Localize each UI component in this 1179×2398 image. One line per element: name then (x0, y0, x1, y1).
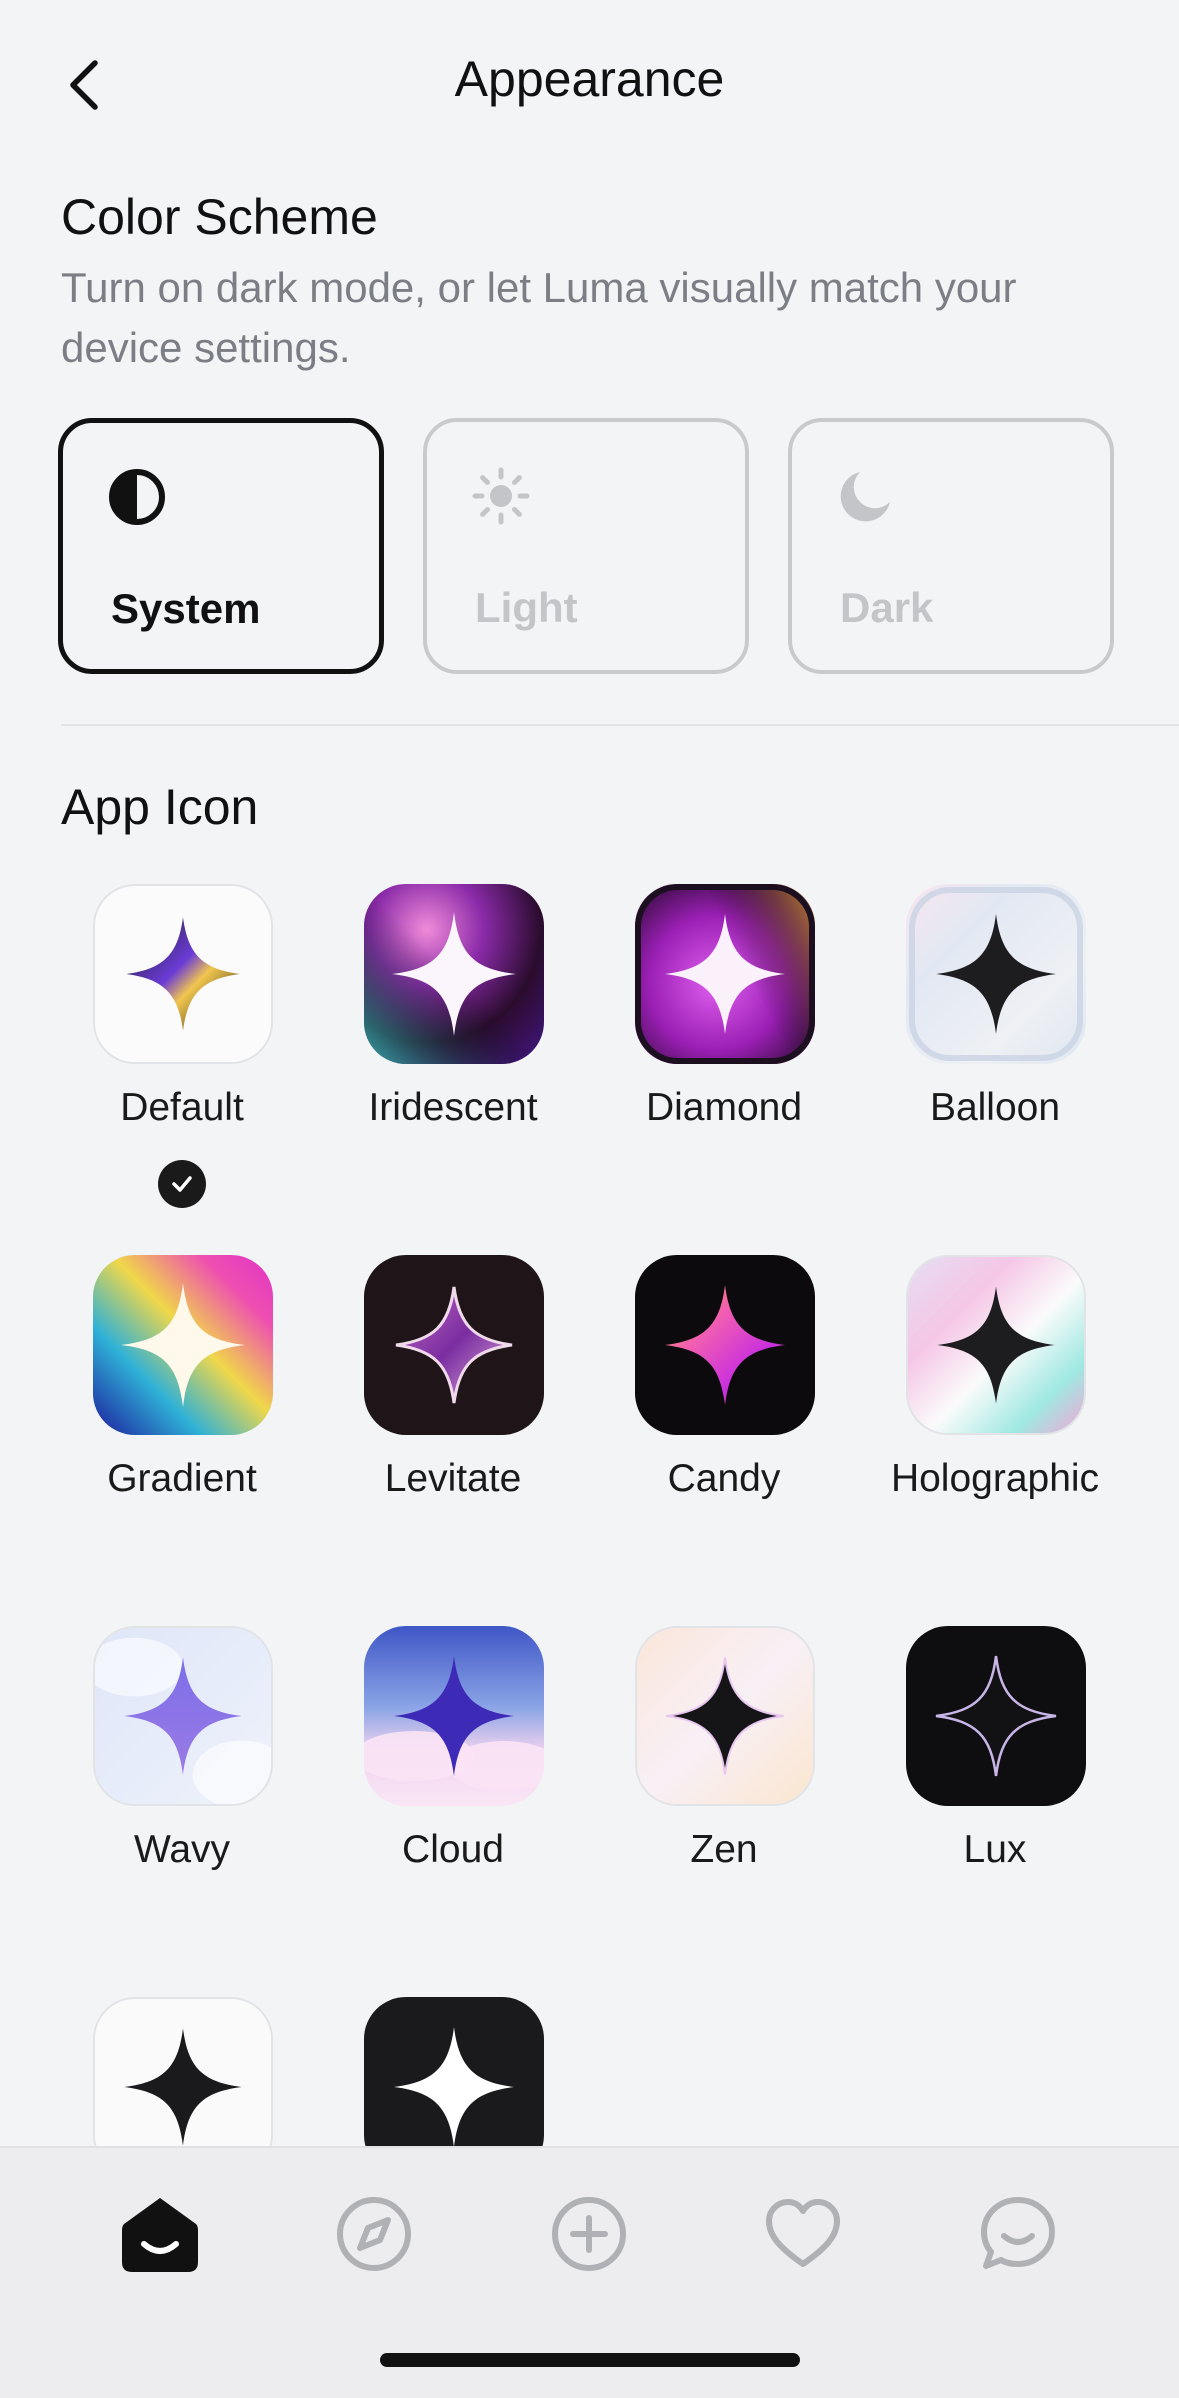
app-icon-option-gradient[interactable]: Gradient (47, 1255, 317, 1555)
selected-checkmark-icon (158, 1160, 206, 1208)
app-icon-title: App Icon (61, 779, 259, 835)
lux-app-icon (906, 1626, 1086, 1806)
app-icon-option-cloud[interactable]: Cloud (318, 1626, 588, 1926)
compass-icon (337, 2197, 411, 2271)
tab-create[interactable] (539, 2184, 639, 2284)
holographic-app-icon (906, 1255, 1086, 1435)
gradient-app-icon (93, 1255, 273, 1435)
chat-bubble-icon (981, 2197, 1055, 2269)
app-icon-option-iridescent[interactable]: Iridescent (318, 884, 588, 1184)
scheme-option-label: Light (475, 584, 578, 631)
scheme-option-dark[interactable]: Dark (788, 418, 1114, 674)
tab-favorites[interactable] (753, 2184, 853, 2284)
app-icon-option-diamond[interactable]: Diamond (589, 884, 859, 1184)
sun-icon (472, 467, 530, 525)
levitate-app-icon (364, 1255, 544, 1435)
app-icon-label: Balloon (929, 1086, 1061, 1129)
default-app-icon (93, 884, 273, 1064)
header: Appearance (0, 0, 1179, 170)
scheme-option-light[interactable]: Light (423, 418, 749, 674)
iridescent-app-icon (364, 884, 544, 1064)
section-divider (61, 724, 1179, 726)
zen-app-icon (635, 1626, 815, 1806)
color-scheme-description: Turn on dark mode, or let Luma visually … (61, 264, 1017, 371)
app-icon-label: Candy (667, 1457, 781, 1500)
diamond-app-icon (635, 884, 815, 1064)
app-icon-label: Default (120, 1086, 244, 1129)
plus-circle-icon (552, 2197, 626, 2271)
app-icon-option-lux[interactable]: Lux (860, 1626, 1130, 1926)
app-icon-label: Iridescent (368, 1086, 538, 1129)
scheme-option-label: System (111, 585, 261, 632)
app-icon-option-balloon[interactable]: Balloon (860, 884, 1130, 1184)
scheme-option-label: Dark (840, 584, 934, 631)
app-icon-label: Levitate (384, 1457, 522, 1500)
cloud-app-icon (364, 1626, 544, 1806)
page-title: Appearance (454, 51, 725, 107)
app-icon-label: Gradient (107, 1457, 257, 1500)
color-scheme-title: Color Scheme (61, 189, 378, 245)
app-icon-label: Cloud (402, 1828, 504, 1871)
app-icon-label: Holographic (890, 1457, 1100, 1500)
balloon-app-icon (906, 884, 1086, 1064)
heart-icon (766, 2199, 840, 2267)
app-icon-option-candy[interactable]: Candy (589, 1255, 859, 1555)
scheme-option-system[interactable]: System (58, 418, 384, 674)
app-icon-option-holographic[interactable]: Holographic (860, 1255, 1130, 1555)
app-icon-option-levitate[interactable]: Levitate (318, 1255, 588, 1555)
wavy-app-icon (93, 1626, 273, 1806)
app-icon-option-wavy[interactable]: Wavy (47, 1626, 317, 1926)
home-icon (122, 2198, 198, 2272)
app-icon-option-zen[interactable]: Zen (589, 1626, 859, 1926)
tab-chat[interactable] (968, 2184, 1068, 2284)
app-icon-label: Lux (963, 1828, 1027, 1871)
half-circle-icon (109, 469, 165, 525)
candy-app-icon (635, 1255, 815, 1435)
moon-icon (840, 472, 890, 522)
home-indicator (380, 2353, 800, 2367)
app-icon-option-default[interactable]: Default (47, 884, 317, 1184)
app-icon-label: Zen (690, 1828, 758, 1871)
tab-explore[interactable] (324, 2184, 424, 2284)
app-icon-label: Diamond (645, 1086, 803, 1129)
app-icon-label: Wavy (133, 1828, 231, 1871)
tab-home[interactable] (110, 2184, 210, 2284)
